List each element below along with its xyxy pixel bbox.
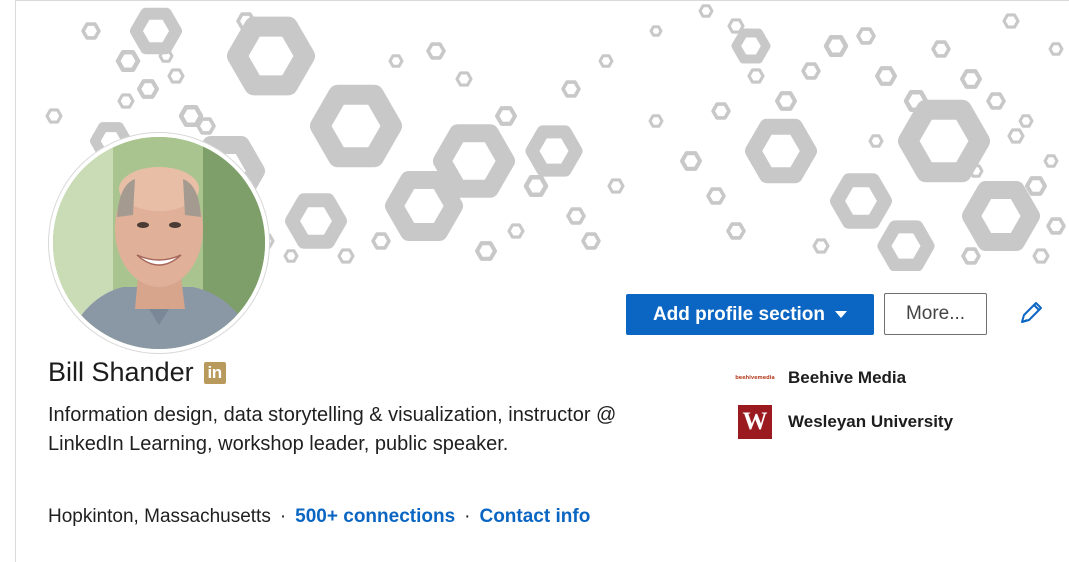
linkedin-premium-icon[interactable]: in [203, 361, 226, 384]
banner-hexagon [959, 69, 983, 89]
banner-hexagon [1018, 114, 1034, 128]
profile-meta: Hopkinton, Massachusetts · 500+ connecti… [48, 506, 590, 528]
banner-hexagon [727, 18, 745, 34]
name-row: Bill Shander in [48, 357, 226, 388]
more-button[interactable]: More... [884, 293, 987, 335]
banner-hexagon [426, 42, 446, 60]
banner-hexagon [136, 79, 160, 99]
banner-hexagon [1048, 42, 1064, 56]
banner-hexagon [167, 68, 185, 84]
banner-hexagon [310, 84, 402, 168]
banner-hexagon [830, 173, 892, 229]
banner-hexagon [494, 106, 518, 126]
profile-headline: Information design, data storytelling & … [48, 404, 617, 455]
banner-hexagon [698, 4, 714, 18]
banner-hexagon [433, 124, 515, 198]
banner-hexagon [81, 22, 101, 40]
banner-hexagon [1024, 176, 1048, 196]
banner-hexagon [731, 28, 771, 64]
banner-hexagon [874, 66, 898, 86]
add-profile-section-button[interactable]: Add profile section [626, 294, 874, 335]
banner-hexagon [607, 178, 625, 194]
org-name: Wesleyan University [788, 412, 954, 431]
banner-hexagon [45, 108, 63, 124]
banner-hexagon [856, 27, 876, 45]
banner-hexagon [598, 54, 614, 68]
banner-hexagon [745, 118, 817, 184]
banner-hexagon [931, 40, 951, 58]
separator: · [464, 506, 471, 527]
banner-hexagon [130, 7, 182, 55]
banner-hexagon [507, 223, 525, 239]
banner-hexagon [115, 50, 141, 72]
banner-hexagon [566, 207, 586, 225]
banner-hexagon [117, 93, 135, 109]
banner-hexagon [898, 99, 990, 183]
banner-hexagon [178, 105, 204, 127]
banner-hexagon [474, 241, 498, 261]
banner-hexagon [283, 249, 299, 263]
banner-hexagon [726, 222, 746, 240]
banner-hexagon [706, 187, 726, 205]
pencil-icon[interactable] [1016, 298, 1046, 328]
banner-hexagon [961, 247, 981, 265]
banner-hexagon [196, 117, 216, 135]
banner-hexagon [337, 248, 355, 264]
contact-info-link[interactable]: Contact info [479, 506, 590, 528]
beehive-media-logo: beehivemedia [735, 375, 775, 381]
add-profile-section-label: Add profile section [652, 303, 826, 325]
connections-link[interactable]: 500+ connections [295, 506, 455, 528]
profile-card: Add profile section More... Bill Shander… [15, 0, 1069, 562]
banner-hexagon [679, 151, 703, 171]
org-name: Beehive Media [788, 368, 907, 387]
org-beehive-media[interactable]: beehivemedia Beehive Media [735, 368, 907, 388]
wesleyan-logo: W [738, 405, 772, 439]
banner-hexagon [285, 193, 347, 249]
banner-hexagon [523, 175, 549, 197]
caret-down-icon [835, 311, 848, 318]
profile-photo[interactable] [49, 133, 269, 353]
banner-hexagon [1032, 248, 1050, 264]
banner-hexagon [525, 125, 583, 177]
banner-hexagon [823, 35, 849, 57]
banner-hexagon [986, 92, 1006, 110]
banner-hexagon [1046, 217, 1066, 235]
banner-hexagon [877, 220, 935, 271]
avatar-image [53, 137, 265, 349]
banner-hexagon [1007, 128, 1025, 144]
banner-hexagon [801, 62, 821, 80]
banner-hexagon [455, 71, 473, 87]
banner-hexagon [561, 80, 581, 98]
banner-hexagon [648, 114, 664, 128]
banner-hexagon [581, 232, 601, 250]
more-label: More... [905, 303, 966, 324]
banner-hexagon [711, 102, 731, 120]
banner-hexagon [649, 25, 663, 37]
profile-location: Hopkinton, Massachusetts [48, 506, 271, 527]
banner-hexagon [1043, 154, 1059, 168]
separator: · [279, 506, 287, 527]
banner-hexagon [774, 91, 798, 111]
banner-hexagon [812, 238, 830, 254]
org-wesleyan-university[interactable]: W Wesleyan University [738, 405, 953, 439]
banner-hexagon [388, 54, 404, 68]
profile-name: Bill Shander [48, 357, 194, 387]
banner-hexagon [371, 232, 391, 250]
banner-hexagon [385, 171, 463, 241]
banner-hexagon [868, 134, 884, 148]
banner-hexagon [227, 16, 315, 96]
banner-hexagon [1002, 13, 1020, 29]
banner-hexagon [747, 68, 765, 84]
banner-hexagon [962, 181, 1040, 251]
